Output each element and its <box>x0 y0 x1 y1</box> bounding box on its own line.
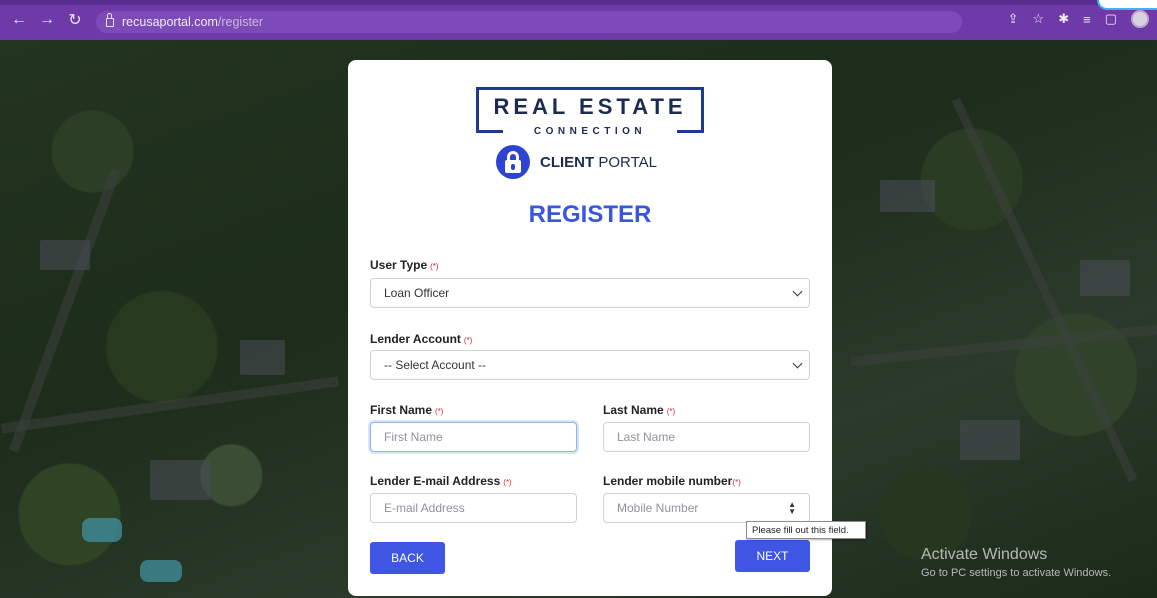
pool <box>82 518 122 542</box>
chevron-down-icon <box>792 358 803 369</box>
mobile-label: Lender mobile number(*) <box>603 474 741 488</box>
first-name-input[interactable]: First Name <box>370 422 577 452</box>
email-input[interactable]: E-mail Address <box>370 493 577 523</box>
pool <box>140 560 182 582</box>
share-icon[interactable]: ⇪ <box>1008 11 1019 27</box>
last-name-input[interactable]: Last Name <box>603 422 810 452</box>
portal-title: CLIENT PORTAL <box>540 153 657 171</box>
client-portal-brand: CLIENT PORTAL <box>496 144 657 180</box>
company-logo: REAL ESTATE CONNECTION <box>476 87 704 137</box>
extensions-icon[interactable]: ✱ <box>1058 11 1069 27</box>
logo-subtitle: CONNECTION <box>533 126 647 137</box>
browser-toolbar: ← → ↻ recusaportal.com/register ⇪ ☆ ✱ ≡ … <box>0 0 1157 40</box>
logo-title: REAL ESTATE <box>493 94 687 119</box>
forward-arrow-icon[interactable]: → <box>36 11 58 29</box>
lender-account-select[interactable]: -- Select Account -- <box>370 350 810 380</box>
house <box>880 180 935 212</box>
side-panel-icon[interactable]: ▢ <box>1105 11 1117 27</box>
overlay-corner-tab <box>1097 0 1157 10</box>
windows-activation-watermark: Activate Windows Go to PC settings to ac… <box>921 546 1112 579</box>
user-type-select[interactable]: Loan Officer <box>370 278 810 308</box>
back-arrow-icon[interactable]: ← <box>8 11 30 29</box>
road <box>850 323 1157 367</box>
house <box>40 240 90 270</box>
address-bar[interactable]: recusaportal.com/register <box>96 11 962 33</box>
bookmark-star-icon[interactable]: ☆ <box>1033 11 1045 27</box>
url-path: /register <box>217 15 264 29</box>
url-domain: recusaportal.com <box>122 15 218 29</box>
tab-strip <box>0 0 1157 5</box>
lock-icon <box>106 12 114 27</box>
house <box>240 340 285 375</box>
lender-account-label: Lender Account (*) <box>370 332 473 346</box>
validation-tooltip: Please fill out this field. <box>746 521 866 539</box>
reload-icon[interactable]: ↻ <box>64 10 86 30</box>
house <box>960 420 1020 460</box>
media-queue-icon[interactable]: ≡ <box>1083 12 1091 27</box>
page-title: REGISTER <box>528 201 652 228</box>
next-button[interactable]: NEXT <box>735 540 810 572</box>
user-type-label: User Type (*) <box>370 258 439 272</box>
profile-avatar[interactable] <box>1131 10 1149 28</box>
house <box>150 460 210 500</box>
road <box>0 376 340 434</box>
house <box>1080 260 1130 296</box>
toolbar-icons: ⇪ ☆ ✱ ≡ ▢ <box>994 10 1149 28</box>
logo-subtitle-wrap: CONNECTION <box>503 121 677 137</box>
number-spinner-icon[interactable]: ▲ ▼ <box>788 501 796 516</box>
mobile-input[interactable]: Mobile Number ▲ ▼ <box>603 493 810 523</box>
email-label: Lender E-mail Address (*) <box>370 474 512 488</box>
back-button[interactable]: BACK <box>370 542 445 574</box>
register-card: REAL ESTATE CONNECTION CLIENT PORTAL REG… <box>348 60 832 596</box>
chevron-down-icon <box>792 286 803 297</box>
lock-icon <box>496 145 530 179</box>
first-name-label: First Name (*) <box>370 403 444 417</box>
last-name-label: Last Name (*) <box>603 403 676 417</box>
